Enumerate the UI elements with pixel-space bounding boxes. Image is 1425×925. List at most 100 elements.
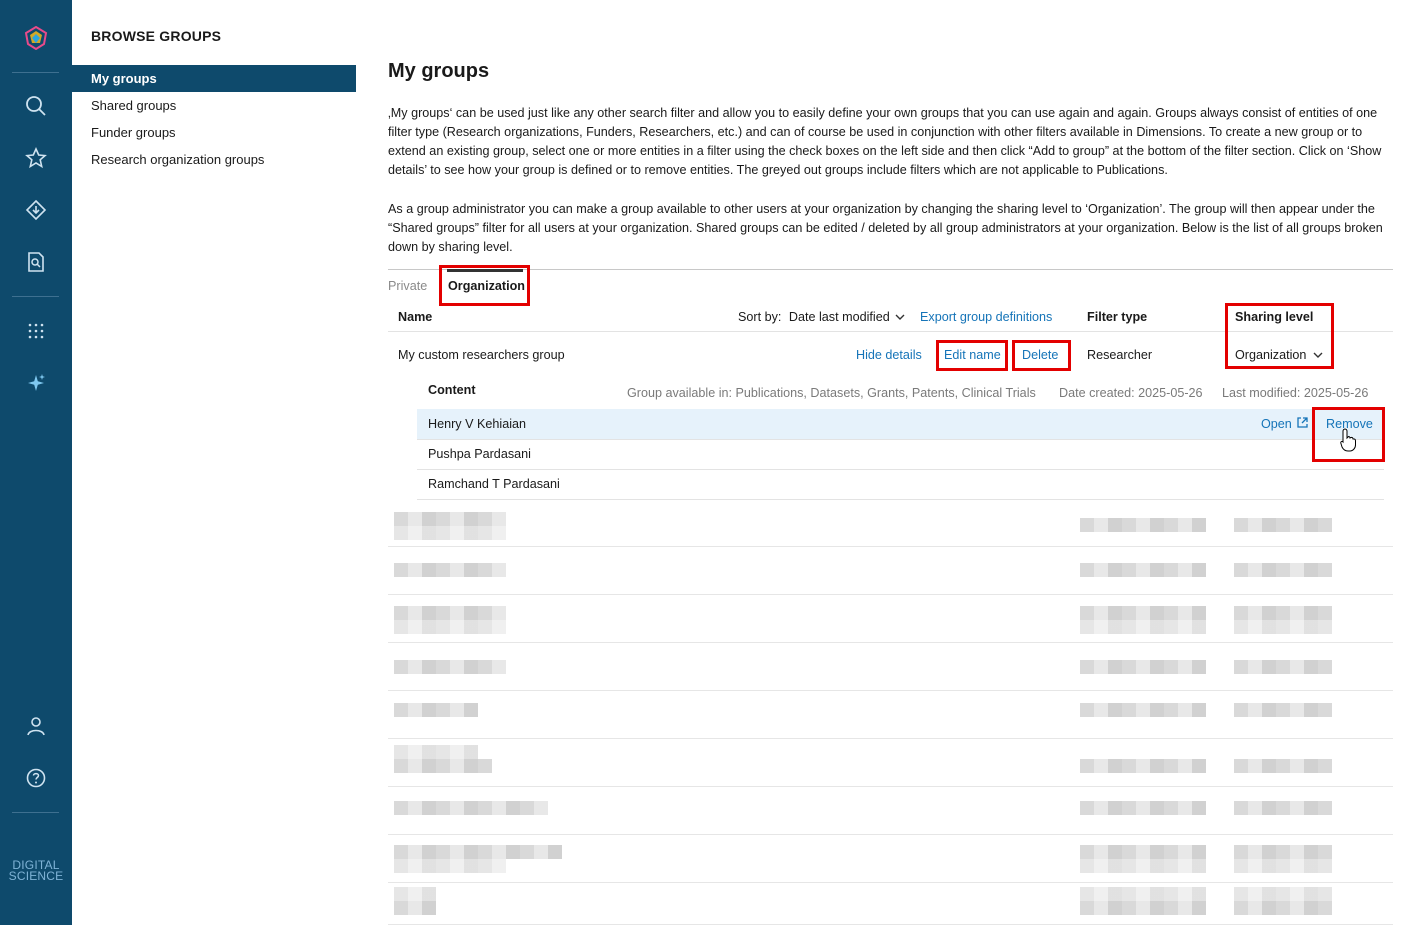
list-item: Ramchand T Pardasani [417,469,1384,499]
intro-text: ‚My groups‘ can be used just like any ot… [388,106,1382,177]
blurred-name [394,801,548,815]
member-name: Henry V Kehiaian [428,417,527,431]
sort-by-value[interactable]: Date last modified [789,310,890,324]
table-row [388,691,1393,739]
app-rail: DIGITAL SCIENCE [0,0,72,925]
hide-details-link[interactable]: Hide details [856,348,922,362]
blurred-name [394,759,492,773]
column-header-name: Name [398,310,433,324]
list-item: Pushpa Pardasani [417,439,1384,469]
tab-private[interactable]: Private [388,279,427,293]
blurred-sharing-level [1234,845,1332,859]
blurred-sharing-level [1234,660,1332,674]
table-row [388,499,1393,547]
tabs-divider [388,269,1393,270]
list-item: Henry V Kehiaian Open Remove [417,409,1384,439]
blurred-name [394,745,478,759]
delete-link[interactable]: Delete [1022,348,1058,362]
tab-organization[interactable]: Organization [448,279,525,293]
blurred-filter-type [1080,759,1206,773]
diamond-arrow-icon[interactable] [22,196,50,224]
brand-line-2: SCIENCE [8,869,64,883]
sort-by-control[interactable]: Sort by: Date last modified [738,310,905,324]
sharing-level-value: Organization [1235,348,1307,362]
blurred-sharing-level [1234,801,1332,815]
help-icon[interactable] [22,764,50,792]
blurred-filter-type [1080,518,1206,532]
chevron-down-icon [895,314,905,320]
blurred-name [394,887,436,901]
blurred-name [394,859,506,873]
document-search-icon[interactable] [22,248,50,276]
header-divider [388,331,1393,332]
blurred-sharing-level [1234,518,1332,532]
rail-divider [12,72,59,73]
blurred-filter-type [1080,606,1206,620]
table-row [388,739,1393,787]
blurred-name [394,526,506,540]
search-icon[interactable] [22,92,50,120]
sparkle-icon[interactable] [22,369,50,397]
grid-dots-icon[interactable] [22,317,50,345]
rail-divider [12,812,59,813]
blurred-name [394,512,506,526]
blurred-sharing-level [1234,606,1332,620]
group-available-in: Group available in: Publications, Datase… [627,386,1036,400]
open-link[interactable]: Open [1261,417,1308,431]
column-header-filter-type: Filter type [1087,310,1148,324]
sidebar-item-funder-groups[interactable]: Funder groups [72,119,356,146]
brand-logo: DIGITAL SCIENCE [0,859,72,883]
blurred-filter-type [1080,801,1206,815]
blurred-sharing-level [1234,620,1332,634]
edit-name-link[interactable]: Edit name [944,348,1001,362]
user-icon[interactable] [22,712,50,740]
logo-icon[interactable] [22,24,50,52]
table-row [388,643,1393,691]
blurred-sharing-level [1234,887,1332,901]
content-label: Content [428,383,476,397]
blurred-name [394,620,506,634]
sharing-level-dropdown[interactable]: Organization [1235,348,1323,362]
group-name: My custom researchers group [398,348,565,362]
blurred-sharing-level [1234,759,1332,773]
blurred-filter-type [1080,887,1206,901]
blurred-name [394,845,562,859]
page-title: My groups [388,60,490,82]
table-row [388,787,1393,835]
blurred-sharing-level [1234,703,1332,717]
sidebar-item-research-org-groups[interactable]: Research organization groups [72,146,356,173]
blurred-name [394,901,436,915]
blurred-sharing-level [1234,901,1332,915]
blurred-filter-type [1080,901,1206,915]
sort-by-label: Sort by: [738,310,782,324]
open-label: Open [1261,417,1292,431]
group-filter-type: Researcher [1087,348,1153,362]
hand-cursor-icon [1340,428,1356,452]
active-tab-indicator [447,269,523,272]
blurred-filter-type [1080,859,1206,873]
rail-divider [12,296,59,297]
table-row [388,547,1393,595]
table-row [388,835,1393,883]
table-row [388,595,1393,643]
blurred-filter-type [1080,845,1206,859]
last-modified: Last modified: 2025-05-26 [1222,386,1369,400]
export-group-definitions-link[interactable]: Export group definitions [920,310,1052,324]
blurred-name [394,606,506,620]
sidebar-item-my-groups[interactable]: My groups [72,65,356,92]
chevron-down-icon [1313,352,1323,358]
blurred-filter-type [1080,563,1206,577]
blurred-name [394,563,506,577]
blurred-name [394,703,478,717]
browse-title: BROWSE GROUPS [91,28,222,44]
blurred-sharing-level [1234,563,1332,577]
star-icon[interactable] [22,144,50,172]
blurred-name [394,660,506,674]
admin-note: As a group administrator you can make a … [388,202,1383,254]
member-name: Pushpa Pardasani [428,447,531,461]
sidebar-item-shared-groups[interactable]: Shared groups [72,92,356,119]
external-link-icon [1297,417,1308,428]
column-header-sharing-level: Sharing level [1235,310,1314,324]
blurred-filter-type [1080,620,1206,634]
blurred-sharing-level [1234,859,1332,873]
